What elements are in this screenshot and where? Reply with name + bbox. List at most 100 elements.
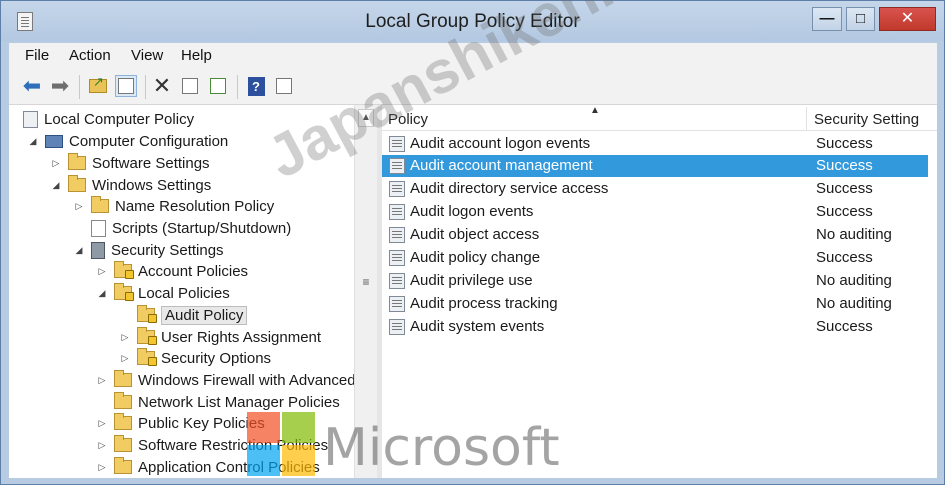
export-list-icon (210, 78, 226, 94)
tree-node-label: Name Resolution Policy (115, 197, 275, 215)
policy-setting-icon (389, 250, 405, 266)
tree-node-label: Security Settings (111, 241, 224, 259)
expanded-triangle-icon[interactable]: ◢ (27, 136, 39, 147)
menu-file[interactable]: File (25, 47, 49, 64)
tree-node-label: Local Computer Policy (44, 110, 195, 128)
close-icon: ✕ (900, 10, 915, 27)
delete-button[interactable]: ✕ (151, 73, 173, 98)
toolbar-separator (79, 75, 80, 99)
collapsed-triangle-icon[interactable]: ▷ (73, 201, 85, 212)
collapsed-triangle-icon[interactable]: ▷ (119, 332, 131, 343)
tree-node-security-options[interactable]: ▷ Security Options (119, 347, 271, 369)
policy-setting-value: Success (816, 318, 873, 335)
microsoft-logo-icon (247, 412, 317, 478)
policy-row[interactable]: Audit system events Success (382, 316, 928, 338)
policy-name: Audit directory service access (410, 180, 609, 197)
policy-setting-icon (389, 296, 405, 312)
tree-node-software-settings[interactable]: ▷ Software Settings (50, 152, 210, 174)
policy-row[interactable]: Audit privilege use No auditing (382, 270, 928, 292)
policy-setting-value: Success (816, 203, 873, 220)
tree-node-windows-settings[interactable]: ◢ Windows Settings (50, 174, 211, 196)
tree-node-local-policies[interactable]: ◢ Local Policies (96, 282, 230, 304)
collapsed-triangle-icon[interactable]: ▷ (50, 158, 62, 169)
show-console-button[interactable] (273, 75, 295, 97)
policy-row[interactable]: Audit object access No auditing (382, 224, 928, 246)
folder-icon (68, 175, 86, 192)
scroll-up-arrow-icon[interactable]: ▲ (358, 109, 374, 127)
collapsed-triangle-icon[interactable]: ▷ (96, 462, 108, 473)
policy-setting-icon (389, 273, 405, 289)
tree-node-local-computer-policy[interactable]: Local Computer Policy (23, 108, 194, 130)
folder-icon (114, 392, 132, 409)
expanded-triangle-icon[interactable]: ◢ (50, 180, 62, 191)
logo-square-red (247, 412, 280, 443)
policy-row[interactable]: Audit logon events Success (382, 201, 928, 223)
tree-node-name-resolution-policy[interactable]: ▷ Name Resolution Policy (73, 195, 274, 217)
tree-node-label: Computer Configuration (69, 132, 229, 150)
collapsed-triangle-icon[interactable]: ▷ (96, 266, 108, 277)
locked-folder-icon (114, 261, 134, 279)
navigation-tree: Local Computer Policy ◢ Computer Configu… (9, 105, 377, 478)
tree-node-public-key-policies[interactable]: ▷ Public Key Policies (96, 412, 265, 434)
folder-icon (114, 435, 132, 452)
policy-row[interactable]: Audit account logon events Success (382, 133, 928, 155)
app-window: Local Group Policy Editor — □ ✕ File Act… (0, 0, 945, 485)
collapsed-triangle-icon[interactable]: ▷ (96, 440, 108, 451)
menu-action[interactable]: Action (69, 47, 111, 64)
tree-node-audit-policy[interactable]: Audit Policy (119, 304, 248, 326)
script-icon (91, 219, 106, 237)
back-button[interactable]: ⬅ (21, 73, 43, 98)
tree-node-label: Audit Policy (161, 305, 248, 325)
menu-view[interactable]: View (131, 47, 163, 64)
tree-node-user-rights-assignment[interactable]: ▷ User Rights Assignment (119, 326, 321, 348)
help-button[interactable]: ? (245, 75, 267, 97)
folder-icon (68, 153, 86, 170)
tree-node-network-list-manager[interactable]: Network List Manager Policies (96, 391, 340, 413)
collapsed-triangle-icon[interactable]: ▷ (96, 375, 108, 386)
policy-row[interactable]: Audit directory service access Success (382, 178, 928, 200)
policy-setting-icon (389, 158, 405, 174)
folder-icon (91, 196, 109, 213)
minimize-icon: — (819, 10, 835, 27)
logo-square-green (282, 412, 315, 443)
tree-node-windows-firewall[interactable]: ▷ Windows Firewall with Advanced (96, 369, 356, 391)
menu-help[interactable]: Help (181, 47, 212, 64)
properties-button[interactable] (179, 75, 201, 97)
policy-name: Audit process tracking (410, 295, 558, 312)
minimize-button[interactable]: — (812, 7, 842, 31)
tree-node-label: Scripts (Startup/Shutdown) (112, 219, 292, 237)
policy-name: Audit logon events (410, 203, 534, 220)
tree-node-scripts[interactable]: Scripts (Startup/Shutdown) (73, 217, 291, 239)
tree-node-account-policies[interactable]: ▷ Account Policies (96, 260, 248, 282)
export-list-button[interactable] (207, 75, 229, 97)
microsoft-wordmark: Microsoft (323, 418, 560, 478)
close-button[interactable]: ✕ (879, 7, 936, 31)
expanded-triangle-icon[interactable]: ◢ (73, 245, 85, 256)
forward-arrow-icon: ➡ (50, 73, 70, 98)
policy-row-selected[interactable]: Audit account management Success (382, 155, 928, 177)
tree-node-label: Windows Settings (92, 176, 212, 194)
tree-node-computer-configuration[interactable]: ◢ Computer Configuration (27, 130, 229, 152)
computer-icon (45, 134, 63, 148)
scroll-grip-icon[interactable]: ≡ (358, 275, 374, 295)
policy-row[interactable]: Audit process tracking No auditing (382, 293, 928, 315)
policy-setting-value: Success (816, 249, 873, 266)
up-one-level-button[interactable] (87, 74, 109, 97)
collapsed-triangle-icon[interactable]: ▷ (119, 353, 131, 364)
policy-row[interactable]: Audit policy change Success (382, 247, 928, 269)
policy-setting-icon (389, 181, 405, 197)
title-bar[interactable]: Local Group Policy Editor — □ ✕ (1, 1, 944, 41)
column-header-policy[interactable]: Policy ▲ (382, 105, 807, 131)
up-folder-icon (89, 74, 107, 93)
collapsed-triangle-icon[interactable]: ▷ (96, 418, 108, 429)
column-header-security-setting[interactable]: Security Setting (808, 107, 937, 131)
policy-setting-icon (389, 204, 405, 220)
expanded-triangle-icon[interactable]: ◢ (96, 288, 108, 299)
locked-folder-icon (137, 327, 157, 345)
tree-node-label: Local Policies (138, 284, 230, 302)
maximize-button[interactable]: □ (846, 7, 875, 31)
tree-node-security-settings[interactable]: ◢ Security Settings (73, 239, 224, 261)
show-hide-tree-button[interactable] (115, 75, 137, 97)
forward-button[interactable]: ➡ (49, 73, 71, 98)
show-hide-tree-icon (118, 78, 134, 94)
